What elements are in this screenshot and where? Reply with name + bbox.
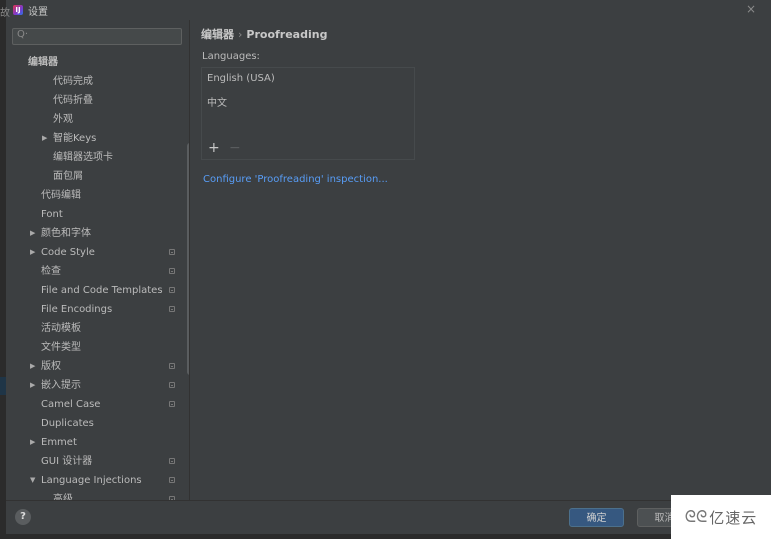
- sidebar-tree-item-label: 编辑器: [28, 57, 58, 68]
- sidebar-tree-item[interactable]: ▶ 智能Keys: [6, 129, 181, 148]
- sidebar-tree-item-label: 文件类型: [41, 342, 81, 353]
- watermark-text: 亿速云: [709, 508, 758, 527]
- sidebar-tree-item-label: Camel Case: [41, 399, 101, 410]
- sidebar-tree-item-label: GUI 设计器: [41, 456, 93, 467]
- settings-search[interactable]: Q·: [12, 28, 182, 45]
- sidebar-tree-item[interactable]: ▼ Language Injections: [6, 471, 181, 490]
- sidebar-tree-item[interactable]: 外观: [6, 110, 181, 129]
- sidebar-tree-item[interactable]: Camel Case: [6, 395, 181, 414]
- sidebar-tree-item-label: 版权: [41, 361, 61, 372]
- chevron-down-icon[interactable]: ▼: [30, 471, 35, 490]
- project-scope-icon: [169, 477, 175, 483]
- language-item[interactable]: English (USA): [207, 73, 275, 84]
- sidebar-tree-item-label: 活动模板: [41, 323, 81, 334]
- sidebar-tree-item-label: 面包屑: [53, 171, 83, 182]
- sidebar-tree-item-label: 检查: [41, 266, 61, 277]
- sidebar-tree-item[interactable]: File Encodings: [6, 300, 181, 319]
- sidebar-tree-item[interactable]: Font: [6, 205, 181, 224]
- sidebar-tree-item[interactable]: File and Code Templates: [6, 281, 181, 300]
- dialog-footer: ? 确定 取消: [6, 500, 771, 535]
- project-scope-icon: [169, 268, 175, 274]
- sidebar-tree-item[interactable]: 活动模板: [6, 319, 181, 338]
- sidebar-tree-item-label: 颜色和字体: [41, 228, 91, 239]
- project-scope-icon: [169, 287, 175, 293]
- sidebar-tree-item[interactable]: 检查: [6, 262, 181, 281]
- remove-language-button[interactable]: −: [229, 140, 241, 156]
- project-scope-icon: [169, 363, 175, 369]
- chevron-right-icon[interactable]: ▶: [30, 433, 35, 452]
- sidebar-tree-item[interactable]: ▶ 嵌入提示: [6, 376, 181, 395]
- settings-sidebar: Q· 编辑器代码完成代码折叠外观 ▶ 智能Keys 编辑器选项卡 面包屑代码编辑 Font…: [6, 20, 189, 500]
- chevron-right-icon[interactable]: ▶: [30, 357, 35, 376]
- sidebar-tree-item-label: File Encodings: [41, 304, 113, 315]
- chevron-right-icon[interactable]: ▶: [42, 129, 47, 148]
- languages-list[interactable]: English (USA) 中文 + −: [201, 67, 415, 160]
- search-icon: Q·: [17, 29, 29, 40]
- sidebar-tree-item[interactable]: 编辑器选项卡: [6, 148, 181, 167]
- add-language-button[interactable]: +: [208, 140, 220, 156]
- sidebar-tree-item[interactable]: ▶ 颜色和字体: [6, 224, 181, 243]
- sidebar-tree-item[interactable]: ▶ 版权: [6, 357, 181, 376]
- chevron-right-icon[interactable]: ▶: [30, 243, 35, 262]
- languages-label: Languages:: [202, 51, 260, 62]
- sidebar-tree-item[interactable]: 代码完成: [6, 72, 181, 91]
- configure-inspection-link[interactable]: Configure 'Proofreading' inspection...: [203, 174, 388, 185]
- cloud-logo-icon: ᘓᘓ: [684, 507, 708, 526]
- breadcrumb-separator: ›: [238, 28, 243, 41]
- settings-tree: 编辑器代码完成代码折叠外观 ▶ 智能Keys 编辑器选项卡 面包屑代码编辑 Font ▶ 颜色…: [6, 53, 181, 500]
- breadcrumb: 编辑器 › Proofreading: [201, 26, 327, 42]
- project-scope-icon: [169, 306, 175, 312]
- sidebar-tree-item[interactable]: 文件类型: [6, 338, 181, 357]
- sidebar-tree-item-label: 嵌入提示: [41, 380, 81, 391]
- sidebar-tree-item[interactable]: GUI 设计器: [6, 452, 181, 471]
- sidebar-tree-item-label: Emmet: [41, 437, 77, 448]
- sidebar-tree-item-label: Duplicates: [41, 418, 94, 429]
- sidebar-tree-item[interactable]: 编辑器: [6, 53, 181, 72]
- sidebar-tree-item-label: Language Injections: [41, 475, 142, 486]
- sidebar-tree-item-label: 高级: [53, 494, 73, 500]
- chevron-right-icon[interactable]: ▶: [30, 376, 35, 395]
- sidebar-tree-item-label: File and Code Templates: [41, 285, 163, 296]
- sidebar-tree-item-label: 外观: [53, 114, 73, 125]
- window-title: 设置: [28, 7, 48, 18]
- sidebar-tree-item-label: 编辑器选项卡: [53, 152, 113, 163]
- sidebar-tree-item[interactable]: Duplicates: [6, 414, 181, 433]
- chevron-right-icon[interactable]: ▶: [30, 224, 35, 243]
- sidebar-tree-item-label: Font: [41, 209, 63, 220]
- background-window-text: 故: [0, 8, 10, 19]
- app-icon: IJ: [13, 5, 23, 15]
- breadcrumb-parent[interactable]: 编辑器: [201, 28, 234, 41]
- search-input[interactable]: [31, 30, 176, 43]
- help-button[interactable]: ?: [15, 509, 31, 525]
- ok-button[interactable]: 确定: [569, 508, 624, 527]
- sidebar-tree-item[interactable]: ▶ Emmet: [6, 433, 181, 452]
- close-icon[interactable]: ×: [746, 2, 756, 16]
- languages-toolbar: + −: [202, 139, 414, 159]
- title-bar: 故 IJ 设置 ×: [0, 0, 771, 20]
- sidebar-tree-item[interactable]: ▶ Code Style: [6, 243, 181, 262]
- sidebar-tree-item-label: 代码完成: [53, 76, 93, 87]
- sidebar-tree-item[interactable]: 高级: [6, 490, 181, 500]
- sidebar-tree-item-label: 智能Keys: [53, 133, 97, 144]
- sidebar-tree-item-label: 代码折叠: [53, 95, 93, 106]
- watermark: ᘓᘓ 亿速云: [671, 495, 771, 539]
- settings-content: 编辑器 › Proofreading Languages: English (USA…: [190, 20, 760, 500]
- sidebar-tree-item[interactable]: 代码编辑: [6, 186, 181, 205]
- project-scope-icon: [169, 458, 175, 464]
- breadcrumb-current: Proofreading: [246, 28, 328, 41]
- project-scope-icon: [169, 382, 175, 388]
- sidebar-tree-item-label: 代码编辑: [41, 190, 81, 201]
- sidebar-tree-item-label: Code Style: [41, 247, 95, 258]
- language-item[interactable]: 中文: [207, 94, 227, 109]
- sidebar-tree-item[interactable]: 面包屑: [6, 167, 181, 186]
- background-window-strip-bottom: [0, 534, 771, 539]
- sidebar-tree-item[interactable]: 代码折叠: [6, 91, 181, 110]
- project-scope-icon: [169, 249, 175, 255]
- project-scope-icon: [169, 401, 175, 407]
